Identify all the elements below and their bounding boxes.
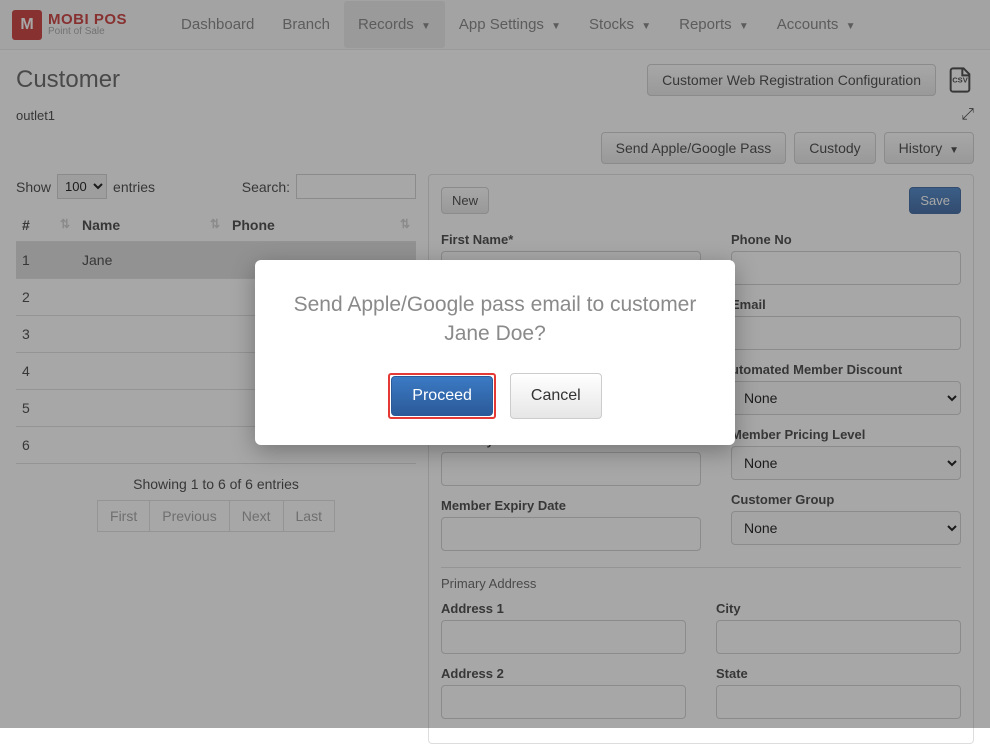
modal-message: Send Apple/Google pass email to customer… (281, 290, 709, 349)
modal-overlay: Send Apple/Google pass email to customer… (0, 0, 990, 728)
cancel-button[interactable]: Cancel (510, 373, 602, 419)
proceed-button[interactable]: Proceed (391, 376, 493, 416)
confirm-modal: Send Apple/Google pass email to customer… (255, 260, 735, 445)
